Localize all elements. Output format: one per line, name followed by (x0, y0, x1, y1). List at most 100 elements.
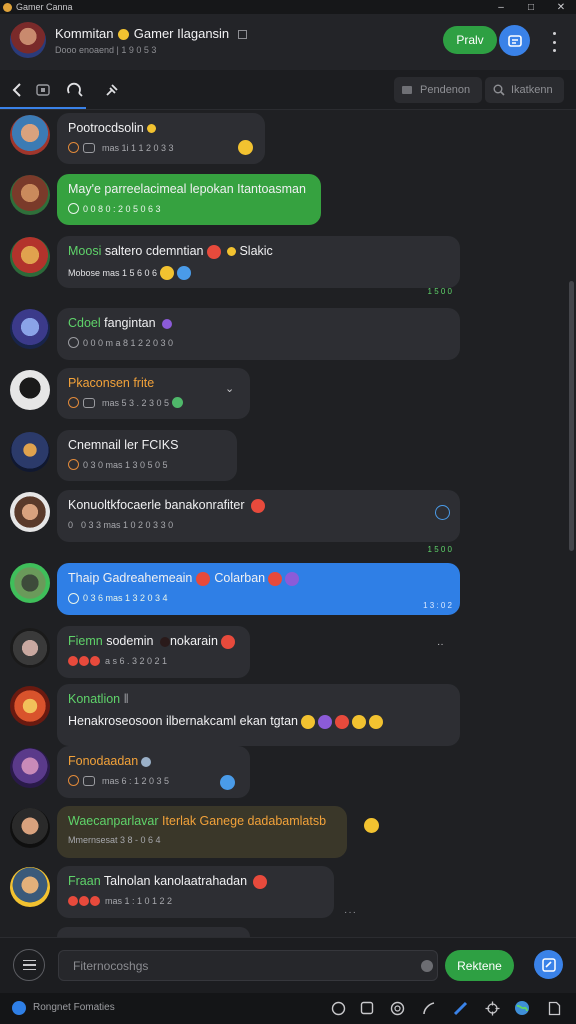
message-bubble[interactable]: Fiemn sodemin nokarain a s 6 . 3 2 0 2 1 (57, 626, 250, 678)
chevron-down-icon[interactable]: ⌄ (225, 382, 234, 395)
document-icon[interactable] (546, 1000, 562, 1016)
avatar[interactable] (10, 492, 50, 532)
emoji-icon (226, 247, 236, 257)
close-icon[interactable]: ✕ (546, 0, 576, 14)
minimize-icon[interactable]: – (486, 0, 516, 14)
clock-icon (68, 775, 79, 786)
clock-icon (68, 142, 79, 153)
avatar[interactable] (10, 432, 50, 472)
copyright-icon[interactable] (389, 1000, 405, 1016)
emoji-icon (160, 265, 175, 280)
refresh-icon[interactable] (64, 79, 86, 101)
card-icon (83, 142, 95, 153)
compose-button[interactable] (534, 950, 563, 979)
emoji-icon (268, 571, 283, 586)
pin-icon[interactable] (101, 79, 123, 101)
message-bubble[interactable]: Fraan Talnolan kanolaatrahadan mas 1 : 1… (57, 866, 334, 918)
message-bubble[interactable]: Cdoel fangintan 0 0 0 m a 8 1 2 2 0 3 0 (57, 308, 460, 360)
message-bubble[interactable]: Pkaconsen frite mas 5 3 . 2 3 0 5 (57, 368, 250, 419)
emoji-icon (369, 714, 383, 729)
avatar[interactable] (10, 808, 50, 848)
chat-icon[interactable] (330, 1000, 346, 1016)
globe-icon[interactable] (514, 1000, 530, 1016)
channel-subtitle: Dooo enoaend | 1 9 0 5 3 (55, 45, 157, 55)
compose-icon (541, 957, 556, 972)
clock-icon (68, 592, 79, 604)
message-composer: Rektene (0, 937, 576, 993)
crosshair-icon[interactable] (484, 1000, 500, 1016)
brush-icon[interactable] (420, 1000, 436, 1016)
filter-button[interactable]: Pendenon (394, 77, 482, 103)
message-bubble[interactable]: Waecanparlavar Iterlak Ganege dadabamlat… (57, 806, 347, 858)
window-icon (237, 30, 247, 40)
message-feed[interactable]: Pootrocdsolin mas 1i 1 1 2 0 3 3 May'e p… (0, 111, 576, 937)
chat-header: Kommitan Gamer Ilagansin Dooo enoaend | … (0, 14, 576, 70)
emoji-icon (146, 124, 156, 134)
emoji-icon (352, 714, 366, 729)
grid-button[interactable] (499, 25, 530, 56)
maximize-icon[interactable]: □ (516, 0, 546, 14)
emoji-picker-icon[interactable] (421, 960, 433, 972)
active-tab-indicator (0, 107, 86, 109)
status-bar: Rongnet Fomaties (0, 993, 576, 1024)
send-button[interactable]: Rektene (445, 950, 514, 981)
emoji-icon (118, 29, 130, 41)
emoji-icon (285, 571, 300, 586)
chart-icon[interactable] (452, 1000, 468, 1016)
message-bubble[interactable]: Konuoltkfocaerle banakonrafiter 00 3 3 m… (57, 490, 460, 542)
channel-avatar[interactable] (10, 22, 46, 58)
avatar[interactable] (10, 237, 50, 277)
avatar[interactable] (10, 115, 50, 155)
menu-button[interactable] (13, 949, 45, 981)
emoji-icon (172, 397, 184, 408)
avatar[interactable] (10, 628, 50, 668)
avatar[interactable] (10, 370, 50, 410)
status-icon (12, 1001, 26, 1015)
reaction-emoji-icon[interactable] (238, 140, 253, 155)
info-icon[interactable] (435, 505, 450, 520)
window-icon[interactable] (32, 79, 54, 101)
message-bubble[interactable]: Thaip Gadreahemeain Colarban 0 3 6 mas 1 … (57, 563, 460, 615)
search-button[interactable]: Ikatkenn (485, 77, 564, 103)
reaction-emoji-icon[interactable] (364, 818, 379, 833)
message-bubble[interactable]: Pootrocdsolin mas 1i 1 1 2 0 3 3 (57, 113, 265, 164)
card-icon (83, 775, 95, 786)
filter-icon (402, 86, 412, 94)
grid-icon (507, 34, 522, 47)
back-arrow-icon[interactable] (6, 79, 28, 101)
primary-button[interactable]: Pralv (443, 26, 497, 54)
window-title: Gamer Canna (16, 2, 73, 12)
message-bubble[interactable] (57, 927, 250, 937)
avatar[interactable] (10, 309, 50, 349)
emoji-icon (90, 895, 100, 906)
square-icon[interactable] (359, 1000, 375, 1016)
reaction-emoji-icon[interactable] (220, 775, 235, 790)
emoji-icon (253, 874, 268, 889)
chat-toolbar: Pendenon Ikatkenn (0, 70, 576, 110)
avatar[interactable] (10, 748, 50, 788)
kebab-icon[interactable] (546, 32, 562, 52)
message-bubble[interactable]: Fonodaadan mas 6 : 1 2 0 3 5 (57, 746, 250, 798)
clock-icon (68, 397, 79, 408)
avatar[interactable] (10, 175, 50, 215)
scrollbar-thumb[interactable] (569, 281, 574, 551)
message-bubble[interactable]: May'e parreelacimeal lepokan Itantoasman… (57, 174, 321, 225)
message-bubble[interactable]: Moosi saltero cdemntian Slakic Mobose ma… (57, 236, 460, 288)
emoji-icon (79, 655, 89, 666)
avatar[interactable] (10, 563, 50, 603)
emoji-icon (220, 634, 235, 649)
more-icon[interactable]: ··· (344, 907, 357, 918)
emoji-icon (206, 244, 221, 259)
clock-icon (68, 459, 79, 470)
message-input[interactable] (58, 950, 438, 981)
more-icon[interactable]: ·· (437, 639, 444, 650)
emoji-icon (159, 636, 170, 647)
emoji-icon (162, 318, 173, 329)
emoji-icon (301, 714, 315, 729)
emoji-icon (79, 895, 89, 906)
message-bubble[interactable]: Konatlion ‖ Henakroseosoon ilbernakcaml … (57, 684, 460, 746)
emoji-icon (196, 571, 211, 586)
avatar[interactable] (10, 686, 50, 726)
message-bubble[interactable]: Cnemnail ler FCIKS 0 3 0 mas 1 3 0 5 0 5 (57, 430, 237, 481)
avatar[interactable] (10, 867, 50, 907)
